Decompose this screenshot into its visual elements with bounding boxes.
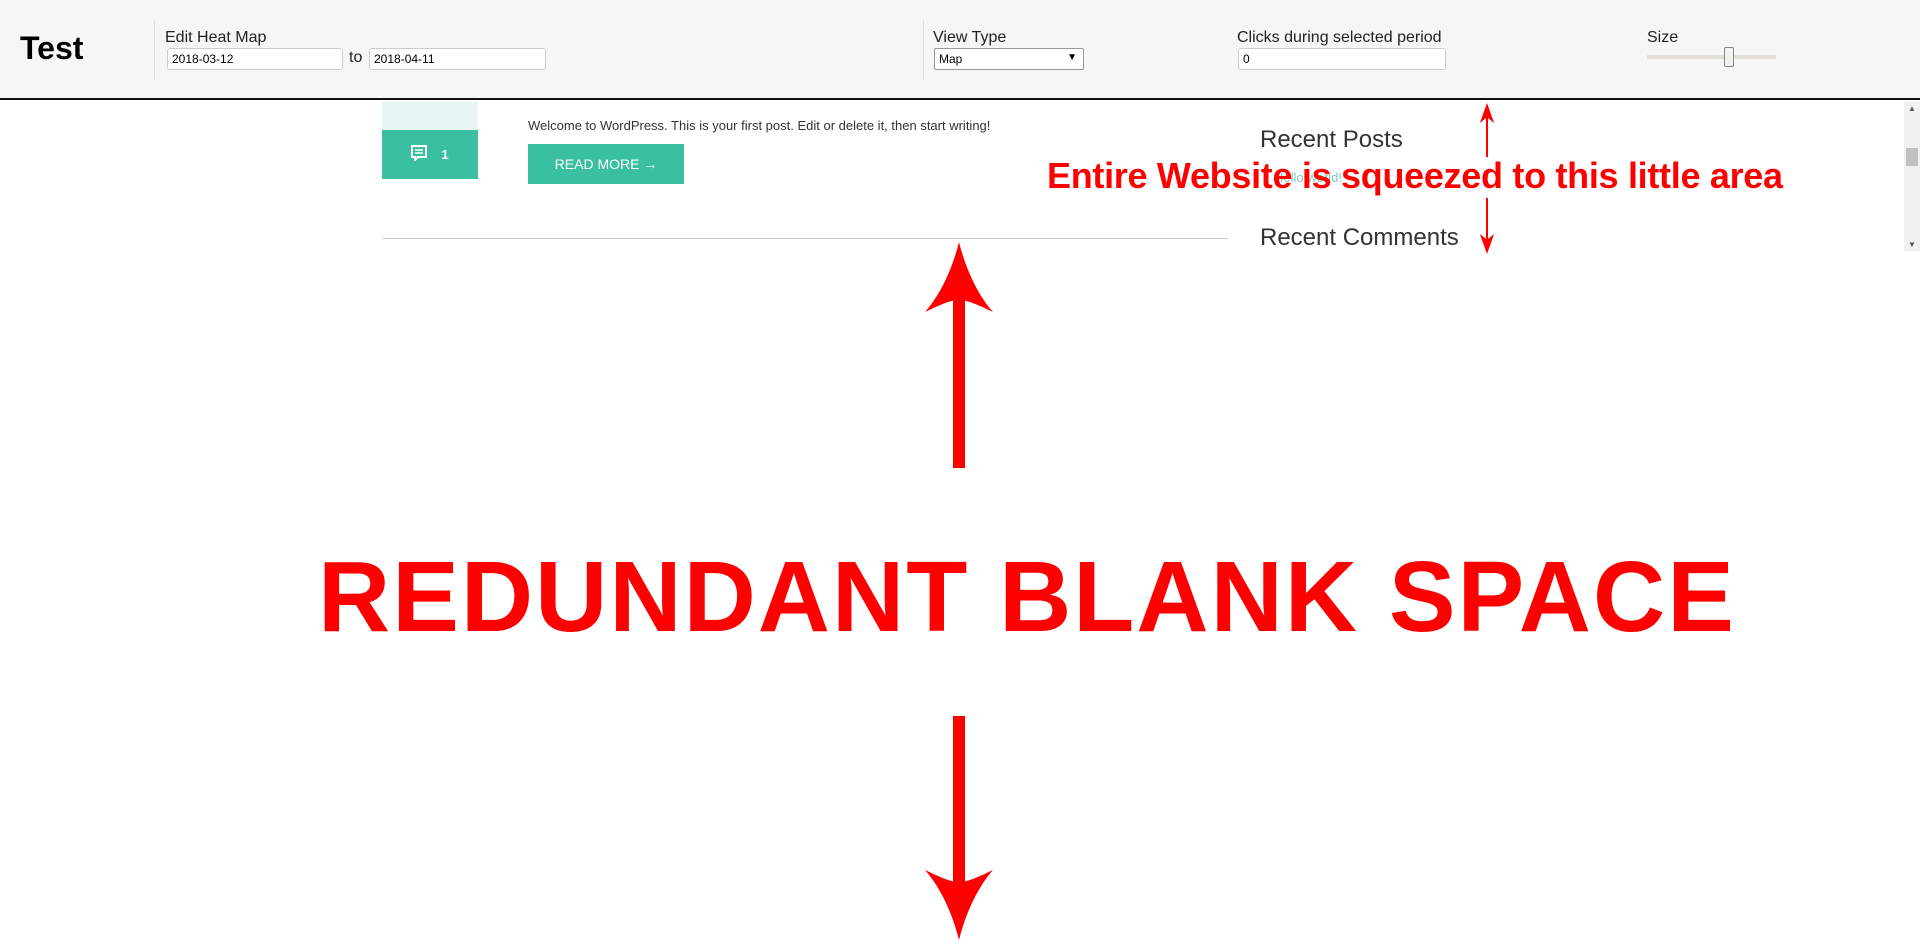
squeezed-annotation: Entire Website is squeezed to this littl… xyxy=(1047,155,1783,196)
down-arrow-icon xyxy=(925,716,993,940)
up-arrow-icon xyxy=(925,242,993,468)
annotation-arrows xyxy=(925,103,1495,940)
blank-space-annotation: REDUNDANT BLANK SPACE xyxy=(318,541,1736,653)
